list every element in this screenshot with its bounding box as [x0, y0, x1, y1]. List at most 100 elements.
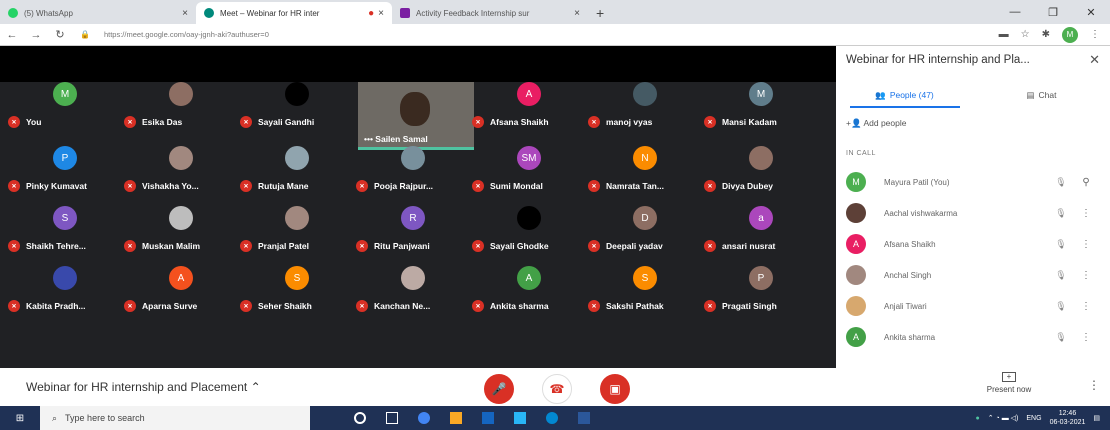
more-options-icon[interactable]: ⋮ [1076, 301, 1096, 312]
participant-avatar: P [53, 146, 77, 170]
participant-row[interactable]: Anjali Tiwari 🎙 ⋮ [846, 294, 1096, 318]
extensions-icon[interactable]: ✱ [1042, 29, 1050, 40]
participant-tile[interactable]: A ✕ Afsana Shaikh [472, 72, 586, 132]
forward-button[interactable]: → [24, 29, 48, 41]
url-field[interactable]: https://meet.google.com/oay-jgnh-aki?aut… [104, 30, 999, 39]
tab-feedback[interactable]: Activity Feedback Internship sur × [392, 2, 588, 24]
new-tab-button[interactable]: + [588, 5, 612, 24]
leave-call-button[interactable]: ☎ [542, 374, 572, 404]
meet-tray-icon[interactable]: ● [976, 415, 980, 422]
close-icon[interactable]: ✕ [1089, 52, 1100, 68]
cortana-icon[interactable] [354, 412, 366, 424]
participant-row[interactable]: A Ankita sharma 🎙 ⋮ [846, 325, 1096, 349]
tab-chat[interactable]: ▤ Chat [973, 82, 1110, 108]
participant-name-text: Pooja Rajpur... [374, 181, 434, 191]
participant-tile[interactable]: A ✕ Aparna Surve [124, 256, 238, 316]
participant-tile[interactable]: ✕ Muskan Malim [124, 196, 238, 256]
edge-icon[interactable] [546, 412, 558, 424]
participant-tile[interactable]: ✕ Pranjal Patel [240, 196, 354, 256]
participant-tile[interactable]: ✕ Pooja Rajpur... [356, 136, 470, 196]
participant-tile[interactable]: SM ✕ Sumi Mondal [472, 136, 586, 196]
participant-avatar: P [749, 266, 773, 290]
participant-avatar: A [517, 266, 541, 290]
word-icon[interactable] [578, 412, 590, 424]
taskbar-search[interactable]: ⌕ Type here to search [40, 406, 310, 430]
participant-tile[interactable]: S ✕ Shaikh Tehre... [8, 196, 122, 256]
more-options-icon[interactable]: ⋮ [1076, 239, 1096, 250]
participant-avatar [846, 296, 866, 316]
star-icon[interactable]: ☆ [1021, 29, 1030, 40]
task-view-icon[interactable] [386, 412, 398, 424]
mic-muted-icon: 🎙 [1055, 238, 1067, 249]
participant-tile[interactable]: S ✕ Seher Shaikh [240, 256, 354, 316]
participant-tile[interactable]: ✕ Vishakha Yo... [124, 136, 238, 196]
file-explorer-icon[interactable] [450, 412, 462, 424]
add-people-button[interactable]: +👤 Add people [846, 118, 906, 129]
participant-row[interactable]: Aachal vishwakarma 🎙 ⋮ [846, 201, 1096, 225]
pin-icon[interactable]: ⚲ [1076, 177, 1096, 188]
camera-off-button[interactable]: ▣ [600, 374, 630, 404]
notifications-icon[interactable]: ▤ [1093, 414, 1100, 422]
back-button[interactable]: ← [0, 29, 24, 41]
participant-tile[interactable]: P ✕ Pragati Singh [704, 256, 818, 316]
chat-icon: ▤ [1026, 89, 1035, 100]
minimize-button[interactable]: — [996, 6, 1034, 18]
participant-tile[interactable]: R ✕ Ritu Panjwani [356, 196, 470, 256]
participant-name: ✕ Ankita sharma [472, 300, 549, 312]
chrome-icon[interactable] [418, 412, 430, 424]
participant-row-name: Anjali Tiwari [884, 301, 927, 311]
tab-meet[interactable]: Meet – Webinar for HR inter ● × [196, 2, 392, 24]
participant-tile[interactable]: ✕ Rutuja Mane [240, 136, 354, 196]
store-icon[interactable] [482, 412, 494, 424]
participant-tile[interactable]: ✕ Sayali Ghodke [472, 196, 586, 256]
language-indicator[interactable]: ENG [1026, 415, 1041, 422]
more-options-icon[interactable]: ⋮ [1076, 332, 1096, 343]
participant-name-text: Pinky Kumavat [26, 181, 87, 191]
participant-tile[interactable]: a ✕ ansari nusrat [704, 196, 818, 256]
profile-avatar[interactable]: M [1062, 26, 1078, 43]
reload-button[interactable]: ↻ [48, 28, 72, 41]
participant-tile[interactable]: ✕ Sayali Gandhi [240, 72, 354, 132]
meeting-details-button[interactable]: Webinar for HR internship and Placement … [26, 380, 261, 394]
participant-tile[interactable]: N ✕ Namrata Tan... [588, 136, 702, 196]
participant-tile[interactable]: ✕ Kanchan Ne... [356, 256, 470, 316]
more-options-icon[interactable]: ⋮ [1088, 378, 1100, 392]
participant-avatar: S [53, 206, 77, 230]
participant-tile[interactable]: P ✕ Pinky Kumavat [8, 136, 122, 196]
maximize-button[interactable]: ❐ [1034, 6, 1072, 19]
more-options-icon[interactable]: ⋮ [1076, 208, 1096, 219]
search-icon: ⌕ [52, 412, 58, 423]
close-window-button[interactable]: ✕ [1072, 6, 1110, 19]
participant-row[interactable]: A Afsana Shaikh 🎙 ⋮ [846, 232, 1096, 256]
participant-tile[interactable]: D ✕ Deepali yadav [588, 196, 702, 256]
clock[interactable]: 12:46 06-03-2021 [1050, 409, 1086, 427]
browser-menu-icon[interactable]: ⋮ [1090, 29, 1100, 40]
close-tab-icon[interactable]: × [378, 8, 384, 19]
participant-tile[interactable]: S ✕ Sakshi Pathak [588, 256, 702, 316]
participant-tile[interactable]: ✕ Esika Das [124, 72, 238, 132]
start-button[interactable]: ⊞ [0, 413, 40, 424]
participant-tile[interactable]: ✕ Divya Dubey [704, 136, 818, 196]
participant-tile[interactable]: ✕ Kabita Pradh... [8, 256, 122, 316]
participant-name-text: Sayali Ghodke [490, 241, 549, 251]
participant-name: ✕ Mansi Kadam [704, 116, 777, 128]
participant-name: ✕ Sayali Ghodke [472, 240, 549, 252]
mic-off-button[interactable]: 🎤 [484, 374, 514, 404]
tab-people[interactable]: 👥 People (47) [836, 82, 973, 108]
wifi-icon[interactable]: ⌃ ◔ ▬ ◁) [988, 414, 1019, 422]
tab-whatsapp[interactable]: (5) WhatsApp × [0, 2, 196, 24]
participant-tile[interactable]: M ✕ Mansi Kadam [704, 72, 818, 132]
participant-tile[interactable]: A ✕ Ankita sharma [472, 256, 586, 316]
close-tab-icon[interactable]: × [182, 8, 188, 19]
participant-row[interactable]: M Mayura Patil (You) 🎙 ⚲ [846, 170, 1096, 194]
close-tab-icon[interactable]: × [574, 8, 580, 19]
present-now-button[interactable]: + Present now [974, 372, 1044, 394]
participant-avatar: S [633, 266, 657, 290]
mic-muted-icon: ✕ [8, 300, 20, 312]
participant-row[interactable]: Anchal Singh 🎙 ⋮ [846, 263, 1096, 287]
photos-icon[interactable] [514, 412, 526, 424]
participant-tile[interactable]: ✕ manoj vyas [588, 72, 702, 132]
more-options-icon[interactable]: ⋮ [1076, 270, 1096, 281]
camera-icon[interactable]: ▬ [999, 29, 1009, 40]
participant-tile[interactable]: M ✕ You [8, 72, 122, 132]
